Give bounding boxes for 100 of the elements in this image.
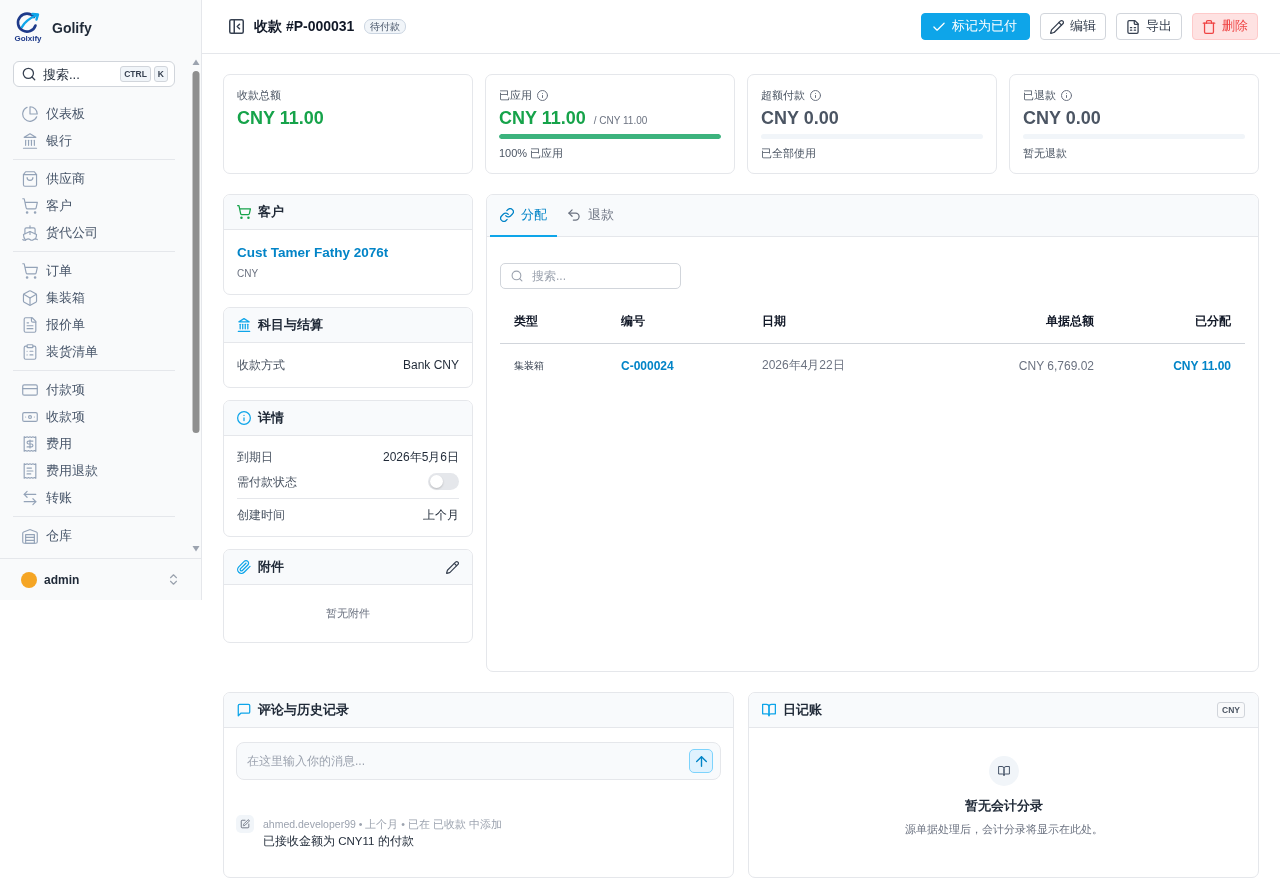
currency-badge: CNY xyxy=(1217,702,1245,718)
column-header: 日期 xyxy=(762,313,786,328)
tab[interactable]: 分配 xyxy=(490,195,557,237)
status-badge: 待付款 xyxy=(364,19,407,34)
stat-value: CNY 0.00 xyxy=(761,107,839,129)
search-icon xyxy=(511,270,523,282)
nav-item[interactable]: 费用 xyxy=(13,430,175,457)
nav-item[interactable]: 订单 xyxy=(13,257,175,284)
info-icon[interactable] xyxy=(810,90,821,101)
column-header: 单据总额 xyxy=(1046,313,1094,328)
card-title: 附件 xyxy=(258,558,284,576)
card-title: 评论与历史记录 xyxy=(258,701,349,719)
chat-bubble-icon xyxy=(237,703,251,717)
info-icon xyxy=(237,411,251,425)
pencil-icon[interactable] xyxy=(446,560,459,574)
stat-label: 已退款 xyxy=(1023,88,1056,103)
customer-currency: CNY xyxy=(237,268,259,280)
nav-item[interactable]: 仓库 xyxy=(13,522,175,549)
customer-link[interactable]: Cust Tamer Fathy 2076t xyxy=(237,244,389,262)
tab[interactable]: 退款 xyxy=(557,195,624,237)
credit-card-icon xyxy=(22,381,38,398)
stat-note: 已全部使用 xyxy=(761,146,817,160)
shopping-bag-icon xyxy=(22,170,38,187)
nav-item[interactable]: 费用退款 xyxy=(13,457,175,484)
card-title: 客户 xyxy=(258,203,284,221)
bank-icon xyxy=(22,132,38,149)
stat-label: 超额付款 xyxy=(761,88,805,103)
link-icon xyxy=(500,208,514,222)
pie-chart-icon xyxy=(22,105,38,122)
warehouse-icon xyxy=(22,527,38,544)
info-icon[interactable] xyxy=(537,90,548,101)
stat-total: / CNY 11.00 xyxy=(593,114,648,128)
page-title: 收款 #P-000031 xyxy=(254,17,355,36)
sidebar-toggle-icon[interactable] xyxy=(229,19,244,34)
chevron-up-down-icon xyxy=(168,573,179,586)
shortcut-key: CTRL xyxy=(120,66,151,82)
search-field[interactable]: 搜索... xyxy=(500,263,681,289)
info-icon[interactable] xyxy=(1061,90,1072,101)
cart-icon xyxy=(237,205,251,219)
nav-item[interactable]: 装货清单 xyxy=(13,338,175,365)
field-value: Bank CNY xyxy=(402,357,459,373)
column-header: 类型 xyxy=(514,313,538,328)
send-button[interactable] xyxy=(689,749,713,773)
user-menu-button[interactable]: admin xyxy=(0,558,201,600)
cube-icon xyxy=(22,289,38,306)
nav-item[interactable]: 货代公司 xyxy=(13,219,175,246)
search-icon xyxy=(22,67,36,81)
nav-item[interactable]: 收款项 xyxy=(13,403,175,430)
pen-square-icon xyxy=(236,815,254,833)
nav-item[interactable]: 报价单 xyxy=(13,311,175,338)
dollar-receipt-icon xyxy=(22,435,38,452)
table-cell: CNY 11.00 xyxy=(1173,358,1231,373)
logo-icon xyxy=(15,12,41,34)
paperclip-icon xyxy=(237,560,251,574)
column-header: 编号 xyxy=(621,313,645,328)
nav-item[interactable]: 集装箱 xyxy=(13,284,175,311)
nav-item[interactable]: 客户 xyxy=(13,192,175,219)
card-title: 日记账 xyxy=(783,701,822,719)
book-icon xyxy=(762,703,776,717)
table-cell: CNY 6,769.02 xyxy=(1018,358,1094,373)
card-title: 详情 xyxy=(258,409,284,427)
message-field[interactable]: 在这里输入你的消息... xyxy=(236,742,721,780)
stat-value: CNY 0.00 xyxy=(1023,107,1101,129)
document-link[interactable]: C-000024 xyxy=(621,358,674,373)
nav-item[interactable]: 转账 xyxy=(13,484,175,511)
field-value: 2026年5月6日 xyxy=(382,449,459,465)
field-label: 需付款状态 xyxy=(237,473,297,490)
pencil-icon xyxy=(1050,19,1064,34)
table-cell: 2026年4月22日 xyxy=(762,358,845,372)
trash-icon xyxy=(1202,19,1216,34)
card-title: 科目与结算 xyxy=(258,316,323,334)
bank-icon xyxy=(237,318,251,332)
nav-item[interactable]: 银行 xyxy=(13,127,175,154)
stat-label: 收款总额 xyxy=(237,88,281,103)
field-value: 上个月 xyxy=(423,507,459,523)
empty-title: 暂无会计分录 xyxy=(964,798,1043,814)
column-header: 已分配 xyxy=(1195,313,1231,328)
nav-item[interactable]: 仪表板 xyxy=(13,100,175,127)
table-cell: 集装箱 xyxy=(514,360,544,371)
document-icon xyxy=(22,316,38,333)
avatar xyxy=(21,571,37,588)
nav-item[interactable]: 供应商 xyxy=(13,165,175,192)
field-label: 创建时间 xyxy=(237,507,285,523)
comment-meta: ahmed.developer99 • 上个月 • 已在 已收款 中添加 xyxy=(263,817,502,831)
book-icon xyxy=(988,756,1019,786)
ship-icon xyxy=(22,224,38,241)
edit-button[interactable]: 编辑 xyxy=(1040,13,1106,40)
export-button[interactable]: 导出 xyxy=(1116,13,1182,40)
nav-item[interactable]: 付款项 xyxy=(13,376,175,403)
empty-message: 源单据处理后，会计分录将显示在此处。 xyxy=(904,822,1103,836)
logo-caption: Golxify xyxy=(14,34,42,43)
cart-icon xyxy=(22,262,38,279)
brand-name: Golify xyxy=(52,19,92,36)
stat-note: 100% 已应用 xyxy=(499,146,565,160)
spreadsheet-icon xyxy=(1126,19,1140,34)
toggle-switch[interactable] xyxy=(428,473,459,490)
stat-value: CNY 11.00 xyxy=(499,107,586,129)
stat-label: 已应用 xyxy=(499,88,532,103)
field-label: 收款方式 xyxy=(237,357,285,373)
undo-arrow-icon xyxy=(567,208,581,222)
